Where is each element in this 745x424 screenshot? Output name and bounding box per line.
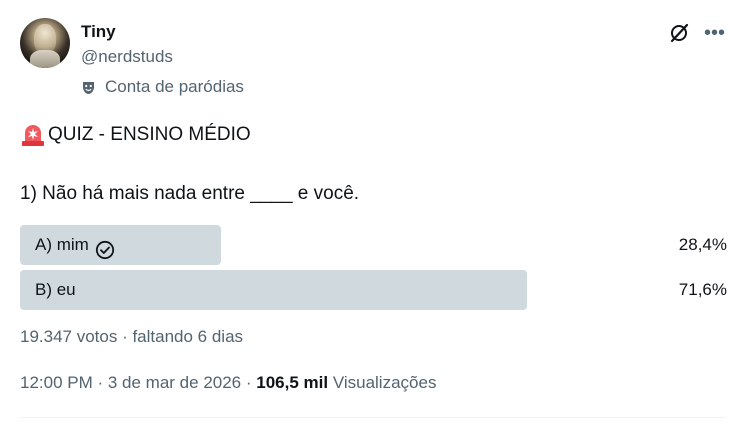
poll-option-b-text: B) eu xyxy=(35,280,76,299)
poll-option-a[interactable]: A) mim 28,4% xyxy=(20,225,727,265)
poll-option-a-text: A) mim xyxy=(35,235,89,254)
avatar[interactable] xyxy=(20,18,70,68)
grok-icon[interactable] xyxy=(668,22,690,44)
siren-emoji-icon xyxy=(20,123,46,147)
header-actions: ••• xyxy=(668,22,725,44)
post-title-text: QUIZ - ENSINO MÉDIO xyxy=(48,124,251,145)
check-circle-icon xyxy=(95,235,115,260)
divider xyxy=(20,417,725,418)
avatar-dress xyxy=(30,50,60,68)
poll-option-b-percent: 71,6% xyxy=(678,280,727,299)
poll-bar-b xyxy=(20,270,527,310)
poll-option-b[interactable]: B) eu 71,6% xyxy=(20,270,727,310)
poll-option-label: B) eu xyxy=(35,270,76,310)
views-label: Visualizações xyxy=(332,373,437,392)
more-icon[interactable]: ••• xyxy=(704,23,725,43)
parody-label: Conta de paródias xyxy=(105,77,244,96)
poll-option-a-percent: 28,4% xyxy=(678,235,727,254)
author-name[interactable]: Tiny xyxy=(81,22,116,42)
views-count: 106,5 mil xyxy=(256,373,329,392)
post-timestamp[interactable]: 12:00 PM · 3 de mar de 2026 · xyxy=(20,373,256,392)
parody-badge: Conta de paródias xyxy=(81,77,244,97)
theater-mask-icon xyxy=(81,80,96,95)
post-question: 1) Não há mais nada entre ____ e você. xyxy=(20,183,360,204)
poll-option-label: A) mim xyxy=(35,225,115,265)
post-meta: 12:00 PM · 3 de mar de 2026 · 106,5 mil … xyxy=(20,373,436,393)
poll-summary: 19.347 votos · faltando 6 dias xyxy=(20,327,244,346)
author-handle[interactable]: @nerdstuds xyxy=(81,47,173,67)
post-title: QUIZ - ENSINO MÉDIO xyxy=(20,123,251,147)
